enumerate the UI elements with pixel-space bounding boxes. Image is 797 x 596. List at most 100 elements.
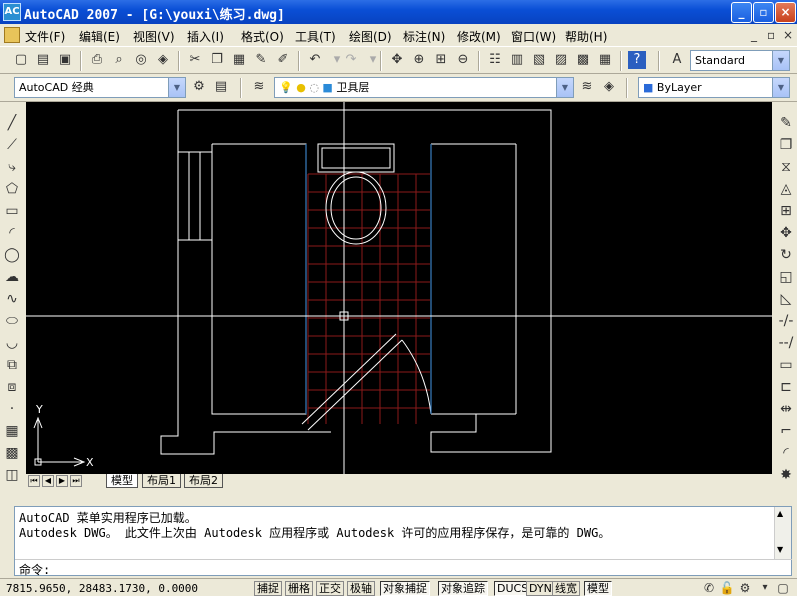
prev-tab-icon[interactable]: ◀ [42,475,54,487]
ellipse-icon[interactable]: ⬭ [3,312,21,330]
text-style-select[interactable]: Standard ▼ [690,50,790,71]
move-icon[interactable]: ✥ [777,224,795,242]
line-icon[interactable]: ╱ [3,114,21,132]
color-select[interactable]: ■ ByLayer ▼ [638,77,790,98]
autocad-app-icon[interactable]: AC [3,3,21,21]
extend-icon[interactable]: --/ [777,334,795,352]
join-icon[interactable]: ⇹ [777,400,795,418]
clean-screen-icon[interactable]: ▢ [774,579,792,596]
osnap-toggle[interactable]: 对象捕捉 [380,581,430,596]
menu-draw[interactable]: 绘图(D) [349,28,392,45]
polyline-icon[interactable]: ⤷ [3,158,21,176]
3d-dwf-icon[interactable]: ◈ [154,51,172,69]
menu-dimension[interactable]: 标注(N) [403,28,445,45]
communication-center-icon[interactable]: ✆ [700,579,718,596]
copy-object-icon[interactable]: ❐ [777,136,795,154]
explode-icon[interactable]: ✸ [777,466,795,484]
next-tab-icon[interactable]: ▶ [56,475,68,487]
tool-palettes-icon[interactable]: ▧ [530,51,548,69]
fillet-icon[interactable]: ◜ [777,444,795,462]
close-button[interactable]: × [775,2,796,23]
chamfer-icon[interactable]: ⌐ [777,422,795,440]
chevron-down-icon[interactable]: ▼ [772,78,789,97]
maximize-button[interactable]: ▫ [753,2,774,23]
menu-file[interactable]: 文件(F) [25,28,65,45]
chevron-up-icon[interactable]: ▲ [777,509,783,518]
spline-icon[interactable]: ∿ [3,290,21,308]
chevron-down-icon[interactable]: ▼ [772,51,789,70]
paste-icon[interactable]: ▦ [230,51,248,69]
circle-icon[interactable]: ◯ [3,246,21,264]
save-icon[interactable]: ▣ [56,51,74,69]
make-block-icon[interactable]: ⧈ [3,378,21,396]
match-properties-icon[interactable]: ✎ [252,51,270,69]
region-icon[interactable]: ◫ [3,466,21,484]
point-icon[interactable]: · [3,400,21,418]
snap-toggle[interactable]: 捕捉 [254,581,282,596]
layer-manager-icon[interactable]: ≋ [250,78,268,96]
menu-edit[interactable]: 编辑(E) [79,28,120,45]
rotate-icon[interactable]: ↻ [777,246,795,264]
array-icon[interactable]: ⊞ [777,202,795,220]
minimize-button[interactable]: _ [731,2,752,23]
menu-tools[interactable]: 工具(T) [295,28,336,45]
tab-layout1[interactable]: 布局1 [142,474,181,488]
chevron-down-icon[interactable]: ▼ [777,545,783,554]
zoom-previous-icon[interactable]: ⊖ [454,51,472,69]
break-at-point-icon[interactable]: ▭ [777,356,795,374]
construction-line-icon[interactable]: ⟋ [3,136,21,154]
polar-toggle[interactable]: 极轴 [347,581,375,596]
menu-format[interactable]: 格式(O) [241,28,284,45]
chevron-down-icon[interactable]: ▼ [556,78,573,97]
markup-icon[interactable]: ▩ [574,51,592,69]
command-window[interactable]: AutoCAD 菜单实用程序已加载。 Autodesk DWG。 此文件上次由 … [14,506,792,577]
redo-icon[interactable]: ↷ [342,51,360,69]
tab-layout2[interactable]: 布局2 [184,474,223,488]
cut-icon[interactable]: ✂ [186,51,204,69]
doc-close-button[interactable]: × [783,28,793,42]
mirror-icon[interactable]: ⧖ [777,158,795,176]
plot-preview-icon[interactable]: ⌕ [110,51,128,69]
ellipse-arc-icon[interactable]: ◡ [3,334,21,352]
tab-model[interactable]: 模型 [106,474,138,488]
revision-cloud-icon[interactable]: ☁ [3,268,21,286]
layer-previous-icon[interactable]: ◈ [600,78,618,96]
design-center-icon[interactable]: ▥ [508,51,526,69]
calculator-icon[interactable]: ▦ [596,51,614,69]
text-style-icon[interactable]: A [668,51,686,69]
plot-icon[interactable]: ⎙ [88,51,106,69]
undo-icon[interactable]: ↶ [306,51,324,69]
lineweight-toggle[interactable]: 线宽 [552,581,580,596]
drawing-canvas[interactable]: Y X [26,102,772,474]
layer-select[interactable]: 💡 ● ◌ ■ 卫具层 ▼ [274,77,574,98]
break-icon[interactable]: ⊏ [777,378,795,396]
command-prompt-row[interactable]: 命令: [15,559,792,577]
zoom-window-icon[interactable]: ⊞ [432,51,450,69]
arc-icon[interactable]: ◜ [3,224,21,242]
offset-icon[interactable]: ◬ [777,180,795,198]
hatch-icon[interactable]: ▦ [3,422,21,440]
doc-restore-button[interactable]: ▫ [767,28,775,42]
ortho-toggle[interactable]: 正交 [316,581,344,596]
trim-icon[interactable]: -/- [777,312,795,330]
new-file-icon[interactable]: ▢ [12,51,30,69]
properties-icon[interactable]: ☷ [486,51,504,69]
menu-insert[interactable]: 插入(I) [187,28,224,45]
title-bar[interactable]: AC AutoCAD 2007 - [G:\youxi\练习.dwg] _ ▫ … [0,0,797,24]
sheet-set-icon[interactable]: ▨ [552,51,570,69]
pan-icon[interactable]: ✥ [388,51,406,69]
status-menu-icon[interactable]: ▾ [756,579,774,596]
command-scrollbar[interactable]: ▲ ▼ [774,507,791,559]
publish-icon[interactable]: ◎ [132,51,150,69]
model-toggle[interactable]: 模型 [584,581,612,596]
zoom-realtime-icon[interactable]: ⊕ [410,51,428,69]
dyn-toggle[interactable]: DYN [526,581,555,596]
insert-block-icon[interactable]: ⧉ [3,356,21,374]
stretch-icon[interactable]: ◺ [777,290,795,308]
scale-icon[interactable]: ◱ [777,268,795,286]
otrack-toggle[interactable]: 对象追踪 [438,581,488,596]
copy-icon[interactable]: ❐ [208,51,226,69]
tray-settings-icon[interactable]: ⚙ [736,579,754,596]
grid-toggle[interactable]: 栅格 [285,581,313,596]
block-editor-icon[interactable]: ✐ [274,51,292,69]
